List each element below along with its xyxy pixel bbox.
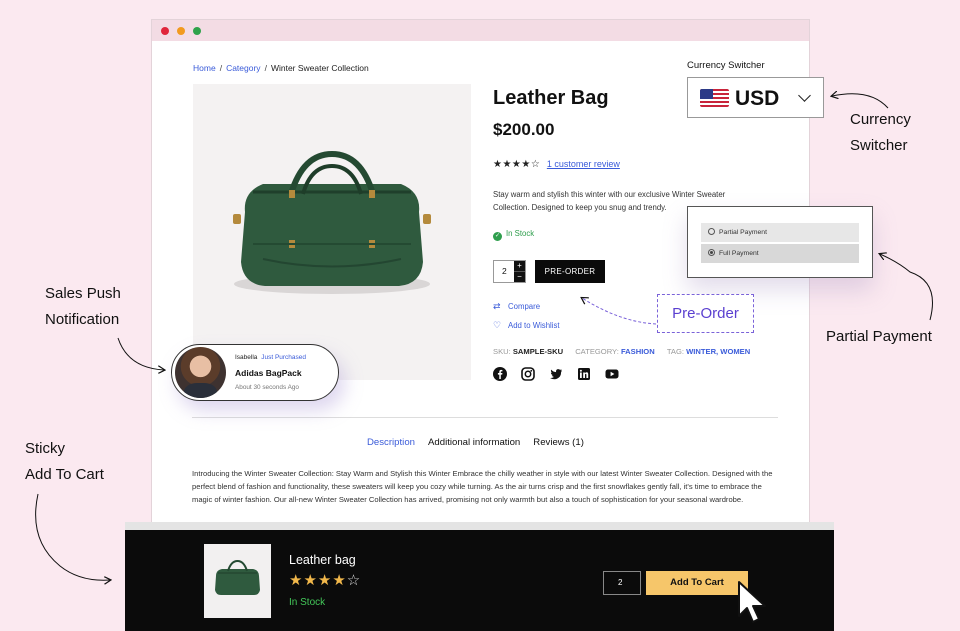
mouse-cursor-icon	[738, 581, 766, 623]
add-to-cart-button[interactable]: Add To Cart	[646, 571, 748, 595]
sticky-product-thumbnail	[204, 544, 271, 618]
sticky-stock-status: In Stock	[289, 597, 326, 608]
sticky-quantity-input[interactable]: 2	[603, 571, 641, 595]
sticky-add-to-cart-bar: Leather bag ★★★★☆ In Stock 2 Add To Cart	[125, 530, 834, 631]
sticky-cart-top-strip	[125, 522, 834, 530]
sticky-filled-stars: ★★★★	[289, 572, 347, 589]
sticky-empty-star: ☆	[346, 572, 362, 589]
leather-bag-thumbnail	[215, 559, 260, 595]
sticky-product-title: Leather bag	[289, 553, 356, 567]
sticky-rating-stars: ★★★★☆	[289, 571, 361, 589]
